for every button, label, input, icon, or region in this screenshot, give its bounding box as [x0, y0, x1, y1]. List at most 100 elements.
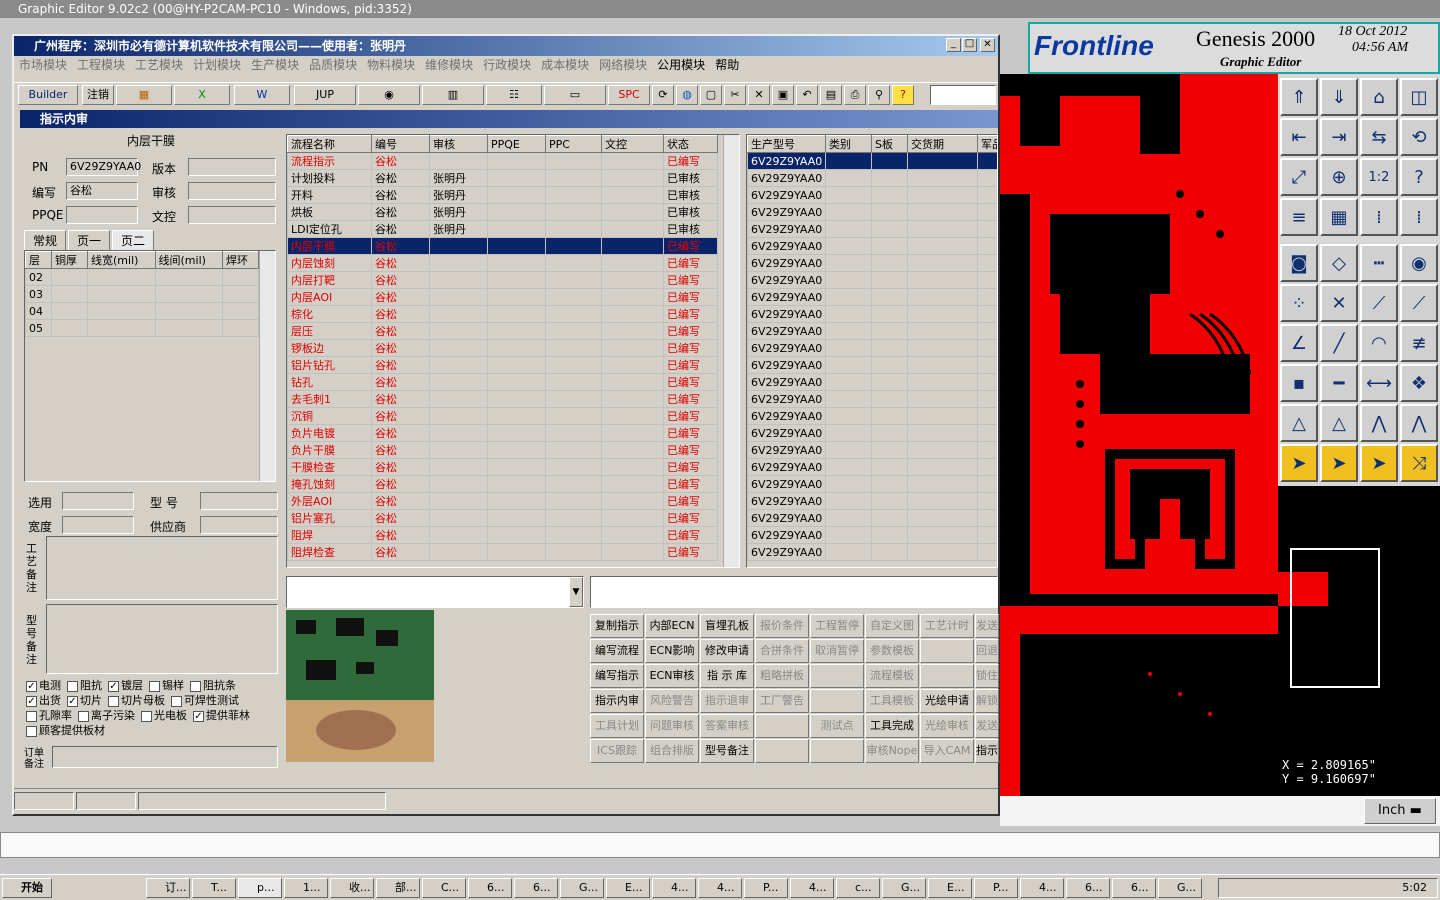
taskbar-item[interactable]: 4...	[790, 878, 834, 898]
action-button[interactable]: 编写流程	[590, 639, 644, 663]
action-button[interactable]: 组合排版	[645, 739, 699, 763]
table-row[interactable]: 计划投料 谷松 张明丹 已审核	[287, 169, 718, 187]
split-window-icon[interactable]: ◫	[1400, 78, 1438, 116]
menu-item[interactable]: 生产模块	[251, 56, 299, 74]
snap-alt-icon[interactable]: ⁞	[1400, 198, 1438, 236]
fit-icon[interactable]: ⤢	[1280, 158, 1318, 196]
action-button[interactable]: 指示内审	[590, 689, 644, 713]
unit-select[interactable]: Inch ▬	[1364, 798, 1436, 824]
table-row[interactable]: 6V29Z9YAA0	[747, 458, 997, 476]
option-checkbox[interactable]: 可焊性测试	[171, 693, 239, 708]
action-button[interactable]: 答案审核	[700, 714, 754, 738]
ruler-icon[interactable]: ┅	[1360, 244, 1398, 282]
layer-up-icon[interactable]: ⇑	[1280, 78, 1318, 116]
table-row[interactable]: 6V29Z9YAA0	[747, 254, 997, 272]
warn-icon[interactable]: △	[1280, 404, 1318, 442]
refresh-icon[interactable]: ⟳	[652, 85, 674, 105]
action-button[interactable]: 测试点	[810, 714, 864, 738]
tools-icon[interactable]: ≡	[1280, 198, 1318, 236]
tab-0[interactable]: 常规	[24, 230, 67, 250]
option-checkbox[interactable]: ✓ 出货	[26, 693, 61, 708]
table-row[interactable]: 去毛刺1 谷松 已编写	[287, 390, 718, 408]
taskbar-item[interactable]: c...	[836, 878, 880, 898]
taskbar-item[interactable]: 4...	[652, 878, 696, 898]
taskbar-item[interactable]: 订...	[146, 878, 190, 898]
table-row[interactable]: 6V29Z9YAA0	[747, 271, 997, 289]
table-row[interactable]: 6V29Z9YAA0	[747, 339, 997, 357]
taskbar-item[interactable]: 4...	[1020, 878, 1064, 898]
table-row[interactable]: 6V29Z9YAA0	[747, 441, 997, 459]
new-file-icon[interactable]: ▢	[700, 85, 722, 105]
zoom-icon[interactable]: ⊕	[1320, 158, 1358, 196]
action-button[interactable]: 回退	[975, 639, 999, 663]
layer-col-header[interactable]: 焊环	[222, 251, 259, 269]
pn-field[interactable]: 6V29Z9YAA0	[66, 158, 141, 176]
taskbar-item[interactable]: 收...	[330, 878, 374, 898]
action-button[interactable]: 工具完成	[865, 714, 919, 738]
table-row[interactable]: 内层AOI 谷松 已编写	[287, 288, 718, 306]
taskbar-item[interactable]: G...	[560, 878, 604, 898]
action-button[interactable]	[810, 664, 864, 688]
action-button[interactable]	[755, 714, 809, 738]
layer-col-header[interactable]: 线宽(mil)	[87, 251, 156, 269]
action-button[interactable]: 工艺计时	[920, 614, 974, 638]
grid-icon[interactable]: ▦	[1320, 198, 1358, 236]
layer-col-header[interactable]: 铜厚	[51, 251, 89, 269]
action-button[interactable]: 编写指示	[590, 664, 644, 688]
table-row[interactable]: 6V29Z9YAA0	[747, 356, 997, 374]
close-button[interactable]: ✕	[980, 38, 995, 52]
table-row[interactable]: 铝片钻孔 谷松 已编写	[287, 356, 718, 374]
arch-icon[interactable]: ⋀	[1360, 404, 1398, 442]
table-row[interactable]: 6V29Z9YAA0	[747, 169, 997, 187]
cross-icon[interactable]: ✕	[1320, 284, 1358, 322]
table-row[interactable]: 烘板 谷松 张明丹 已审核	[287, 203, 718, 221]
table-row[interactable]: 内层蚀刻 谷松 已编写	[287, 254, 718, 272]
table-row[interactable]: 内层打靶 谷松 已编写	[287, 271, 718, 289]
pad-icon[interactable]: ◉	[1400, 244, 1438, 282]
option-checkbox[interactable]: ✓ 切片	[67, 693, 102, 708]
users-icon[interactable]: ☷	[486, 85, 542, 105]
action-button[interactable]: 内部ECN	[645, 614, 699, 638]
help-icon[interactable]: ?	[892, 85, 914, 105]
taskbar-item[interactable]: 4...	[698, 878, 742, 898]
table-row[interactable]: 外层AOI 谷松 已编写	[287, 492, 718, 510]
model-col-header[interactable]: 军品	[977, 135, 997, 153]
option-checkbox[interactable]: 离子污染	[78, 708, 135, 723]
table-row[interactable]: 6V29Z9YAA0	[747, 322, 997, 340]
scale-icon[interactable]: 1:2	[1360, 158, 1398, 196]
action-button[interactable]: ECN审核	[645, 664, 699, 688]
option-checkbox[interactable]: 阻抗	[67, 678, 102, 693]
flow-dropdown[interactable]: ▼	[286, 576, 584, 608]
table-row[interactable]: 钻孔 谷松 已编写	[287, 373, 718, 391]
menu-item[interactable]: 品质模块	[309, 56, 357, 74]
maximize-button[interactable]: □	[962, 38, 977, 52]
taskbar-item[interactable]: E...	[928, 878, 972, 898]
export-icon[interactable]: ⇥	[1320, 118, 1358, 156]
action-button[interactable]: 工厂警告	[755, 689, 809, 713]
outline-icon[interactable]: ◇	[1320, 244, 1358, 282]
option-checkbox[interactable]: ✓ 提供菲林	[193, 708, 250, 723]
arch-alt-icon[interactable]: ⋀	[1400, 404, 1438, 442]
table-row[interactable]: 锣板边 谷松 已编写	[287, 339, 718, 357]
net-icon[interactable]: ⁘	[1280, 284, 1318, 322]
route-icon[interactable]: ⟋	[1400, 284, 1438, 322]
option-checkbox[interactable]: ✓ 电测	[26, 678, 61, 693]
find-icon[interactable]: ⚲	[868, 85, 890, 105]
option-checkbox[interactable]: 顾客提供板材	[26, 723, 105, 738]
model-field[interactable]	[200, 492, 278, 510]
chevron-down-icon[interactable]: ▼	[569, 577, 583, 607]
minimap-viewport[interactable]	[1290, 548, 1380, 688]
option-checkbox[interactable]: 锡样	[149, 678, 184, 693]
table-row[interactable]: 6V29Z9YAA0	[747, 186, 997, 204]
globe-icon[interactable]: ◍	[676, 85, 698, 105]
menu-item[interactable]: 行政模块	[483, 56, 531, 74]
ppqe-field[interactable]	[66, 206, 138, 224]
swap-icon[interactable]: ⇆	[1360, 118, 1398, 156]
start-button[interactable]: 开始	[2, 878, 52, 898]
distance-icon[interactable]: ⟷	[1360, 364, 1398, 402]
action-button[interactable]: 指示退审	[700, 689, 754, 713]
snap-icon[interactable]: ⁞	[1360, 198, 1398, 236]
flow-col-header[interactable]: PPC	[545, 135, 602, 153]
action-button[interactable]: ICS跟踪	[590, 739, 644, 763]
table-row[interactable]: 6V29Z9YAA0	[747, 152, 997, 170]
